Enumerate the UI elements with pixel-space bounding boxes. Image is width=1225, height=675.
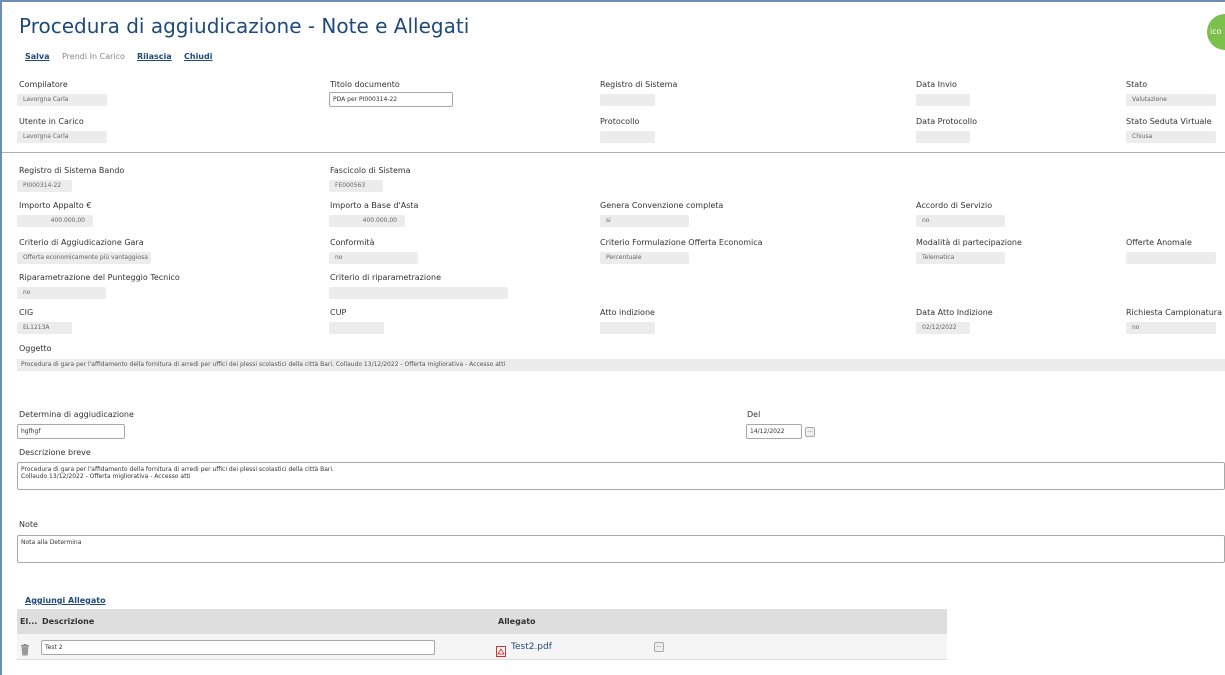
- genera-convenzione-value: si: [600, 215, 689, 227]
- attachment-description-input[interactable]: Test 2: [41, 640, 435, 655]
- del-label: Del: [747, 410, 761, 419]
- fascicolo-label: Fascicolo di Sistema: [330, 166, 411, 175]
- registro-bando-value: PI000314-22: [17, 180, 72, 192]
- atto-indizione-value: [600, 322, 655, 334]
- stato-value: Valutazione: [1126, 94, 1216, 106]
- close-button[interactable]: Chiudi: [184, 52, 212, 61]
- oggetto-value: Procedura di gara per l'affidamento dell…: [17, 359, 1225, 371]
- data-protocollo-value: [916, 131, 970, 143]
- fascicolo-value: FE000563: [329, 180, 383, 192]
- compilatore-value: Lavorgna Carla: [17, 94, 107, 106]
- data-atto-label: Data Atto Indizione: [916, 308, 993, 317]
- pdf-file-icon: [496, 642, 506, 661]
- determina-input[interactable]: hgfhgf: [17, 424, 125, 439]
- campionatura-value: no: [1126, 322, 1216, 334]
- atto-indizione-label: Atto indizione: [600, 308, 655, 317]
- section-divider: [2, 152, 1225, 153]
- column-allegato: Allegato: [498, 617, 536, 626]
- criterio-riparametrazione-value: [329, 287, 508, 299]
- campionatura-label: Richiesta Campionatura: [1126, 308, 1222, 317]
- titolo-documento-input[interactable]: PDA per PI000314-22: [329, 92, 453, 107]
- descrizione-breve-textarea[interactable]: Procedura di gara per l'affidamento dell…: [17, 462, 1225, 490]
- cup-label: CUP: [330, 308, 347, 317]
- criterio-formulazione-label: Criterio Formulazione Offerta Economica: [600, 238, 763, 247]
- utente-in-carico-value: Lavorgna Carla: [17, 131, 107, 143]
- trash-icon[interactable]: [20, 641, 30, 660]
- conformita-label: Conformità: [330, 238, 375, 247]
- del-date-input[interactable]: 14/12/2022: [746, 424, 802, 439]
- importo-base-label: Importo a Base d'Asta: [330, 201, 419, 210]
- note-label: Note: [19, 520, 38, 529]
- page-title: Procedura di aggiudicazione - Note e All…: [19, 14, 470, 38]
- note-textarea[interactable]: Nota alla Determina: [17, 535, 1225, 563]
- window-left-border: [0, 0, 2, 675]
- determina-label: Determina di aggiudicazione: [19, 410, 134, 419]
- stato-label: Stato: [1126, 80, 1148, 89]
- importo-appalto-value: 400.000,00: [17, 215, 93, 227]
- table-row: Test 2 Test2.pdf ...: [17, 634, 947, 660]
- cig-label: CIG: [19, 308, 34, 317]
- column-el: El...: [20, 617, 38, 626]
- registro-sistema-value: [600, 94, 655, 106]
- criterio-aggiudicazione-label: Criterio di Aggiudicazione Gara: [19, 238, 144, 247]
- stato-seduta-label: Stato Seduta Virtuale: [1126, 117, 1212, 126]
- criterio-formulazione-value: Percentuale: [600, 252, 689, 264]
- data-atto-value: 02/12/2022: [916, 322, 970, 334]
- riparametrazione-value: no: [17, 287, 106, 299]
- cup-value: [329, 322, 384, 334]
- window-top-border: [0, 0, 1225, 2]
- stato-seduta-value: Chiusa: [1126, 131, 1216, 143]
- genera-convenzione-label: Genera Convenzione completa: [600, 201, 724, 210]
- compilatore-label: Compilatore: [19, 80, 68, 89]
- take-charge-button[interactable]: Prendi In Carico: [62, 52, 125, 61]
- riparametrazione-label: Riparametrazione del Punteggio Tecnico: [19, 273, 180, 282]
- data-protocollo-label: Data Protocollo: [916, 117, 977, 126]
- data-invio-value: [916, 94, 970, 106]
- registro-bando-label: Registro di Sistema Bando: [19, 166, 125, 175]
- release-button[interactable]: Rilascia: [137, 52, 172, 61]
- importo-appalto-label: Importo Appalto €: [19, 201, 92, 210]
- save-button[interactable]: Salva: [25, 52, 50, 61]
- accordo-servizio-value: no: [916, 215, 1005, 227]
- add-attachment-link[interactable]: Aggiungi Allegato: [25, 596, 106, 605]
- registro-sistema-label: Registro di Sistema: [600, 80, 678, 89]
- descrizione-breve-label: Descrizione breve: [19, 448, 91, 457]
- offerte-anomale-label: Offerte Anomale: [1126, 238, 1192, 247]
- data-invio-label: Data Invio: [916, 80, 957, 89]
- column-descrizione: Descrizione: [42, 617, 95, 626]
- attachment-picker-button[interactable]: ...: [654, 642, 664, 652]
- conformita-value: no: [329, 252, 418, 264]
- date-picker-button[interactable]: ...: [805, 427, 815, 437]
- accordo-servizio-label: Accordo di Servizio: [916, 201, 993, 210]
- criterio-riparametrazione-label: Criterio di riparametrazione: [330, 273, 441, 282]
- attachments-table-header: El... Descrizione Allegato: [17, 609, 947, 634]
- titolo-documento-label: Titolo documento: [330, 80, 400, 89]
- modalita-label: Modalità di partecipazione: [916, 238, 1022, 247]
- cig-value: EL1213A: [17, 322, 72, 334]
- oggetto-label: Oggetto: [19, 344, 52, 353]
- protocollo-value: [600, 131, 655, 143]
- offerte-anomale-value: [1126, 252, 1216, 264]
- help-badge-icon[interactable]: ico: [1207, 14, 1225, 50]
- protocollo-label: Protocollo: [600, 117, 640, 126]
- attachment-file-link[interactable]: Test2.pdf: [511, 642, 552, 652]
- utente-in-carico-label: Utente in Carico: [19, 117, 84, 126]
- criterio-aggiudicazione-value: Offerta economicamente più vantaggiosa: [17, 252, 151, 264]
- modalita-value: Telematica: [916, 252, 1005, 264]
- importo-base-value: 400.000,00: [329, 215, 405, 227]
